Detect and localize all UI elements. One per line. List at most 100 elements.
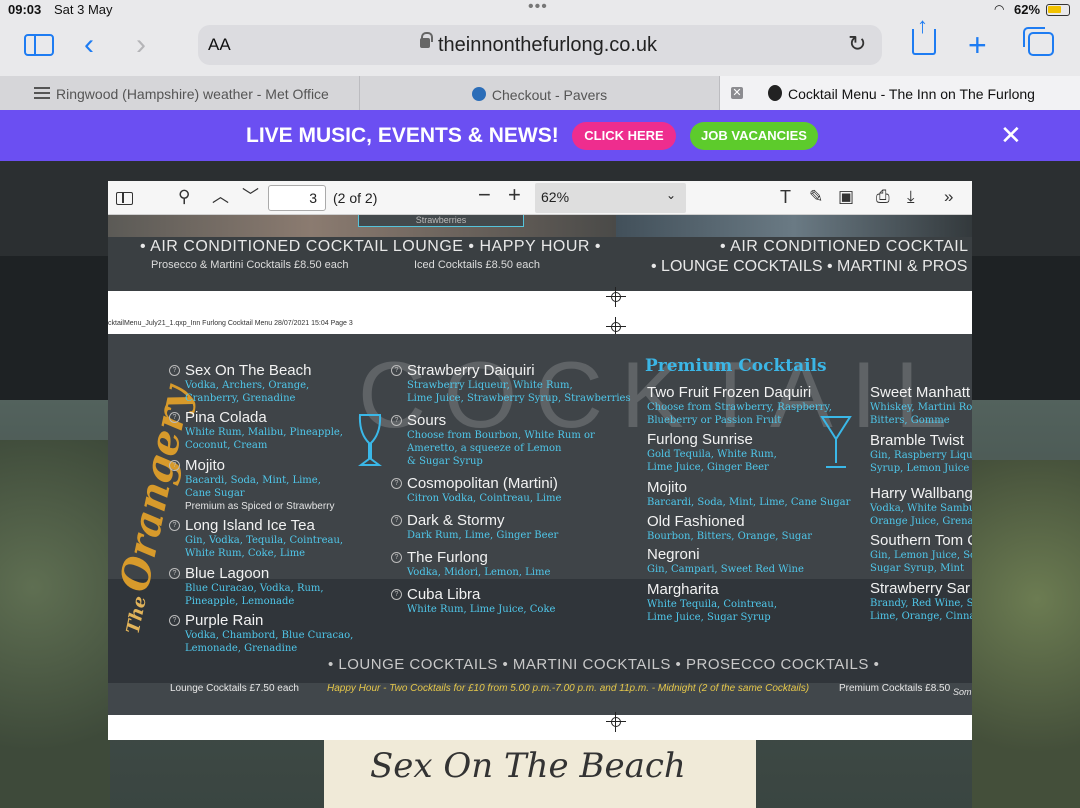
zoom-value: 62% — [541, 189, 570, 205]
status-time: 09:03 — [8, 2, 42, 17]
happy-hour-note: Happy Hour - Two Cocktails for £10 from … — [327, 683, 810, 694]
save-icon[interactable]: ⤓ — [907, 187, 915, 207]
cocktail-premium-mojito: Mojito Barcardi, Soda, Mint, Lime, Cane … — [647, 479, 851, 508]
tab-label: Checkout - Pavers — [491, 87, 608, 103]
cocktail-margharita: Margharita White Tequila, Cointreau, Lim… — [647, 581, 778, 623]
close-banner-icon[interactable]: ✕ — [1000, 120, 1022, 151]
wifi-icon: ◠ — [994, 2, 1005, 16]
chevron-down-icon: ⌄ — [665, 188, 676, 202]
lounge-bullet-icon: ? — [169, 412, 180, 423]
cocktail-pina-colada: ? Pina Colada White Rum, Malibu, Pineapp… — [169, 409, 343, 452]
cocktail-cosmopolitan: ? Cosmopolitan (Martini) Citron Vodka, C… — [391, 475, 561, 505]
back-icon[interactable]: ‹ — [84, 30, 94, 60]
next-page-icon[interactable]: ﹀ — [242, 187, 259, 207]
cocktail-dark-and-stormy: ? Dark & Stormy Dark Rum, Lime, Ginger B… — [391, 512, 558, 542]
promo-banner: LIVE MUSIC, EVENTS & NEWS! CLICK HERE JO… — [0, 110, 1080, 161]
lounge-bullet-icon: ? — [391, 415, 402, 426]
page2-line-right-2: • LOUNGE COCKTAILS • MARTINI & PROS — [651, 258, 968, 275]
pavers-icon — [471, 87, 486, 101]
draw-icon[interactable]: ✎ — [809, 187, 823, 207]
cocktail-harry-wallbanger: Harry Wallbang Vodka, White Sambu Orange… — [870, 485, 972, 527]
page-gap — [108, 291, 972, 334]
met-office-icon — [34, 87, 50, 99]
premium-price: Premium Cocktails £8.50 — [839, 683, 951, 694]
cocktail-negroni: Negroni Gin, Campari, Sweet Red Wine — [647, 546, 804, 575]
battery-percent: 62% — [1014, 2, 1041, 17]
text-tool-icon[interactable]: T — [780, 187, 791, 207]
pdf-page-2-fragment: Strawberries • AIR CONDITIONED COCKTAIL … — [108, 215, 972, 291]
cocktail-furlong-sunrise: Furlong Sunrise Gold Tequila, White Rum,… — [647, 431, 777, 473]
print-slug: cktailMenu_July21_1.qxp_Inn Furlong Cock… — [108, 320, 353, 327]
text-size-button[interactable]: AA — [208, 35, 231, 55]
lock-icon — [420, 32, 433, 48]
lounge-bullet-icon: ? — [391, 478, 402, 489]
reload-icon[interactable]: ↻ — [848, 31, 866, 57]
cocktail-mojito: ? Mojito Bacardi, Soda, Mint, Lime, Cane… — [169, 457, 335, 513]
tab-pavers[interactable]: Checkout - Pavers — [360, 76, 720, 110]
url-text[interactable]: theinnonthefurlong.co.uk — [438, 34, 657, 57]
search-icon[interactable]: ⚲ — [178, 187, 190, 207]
share-icon[interactable] — [912, 15, 936, 55]
browser-toolbar: ‹ › AA theinnonthefurlong.co.uk ↻ + — [0, 15, 1080, 76]
forward-icon[interactable]: › — [136, 30, 146, 60]
tab-met-office[interactable]: Ringwood (Hampshire) weather - Met Offic… — [0, 76, 360, 110]
tabs-overview-icon[interactable] — [1023, 27, 1054, 56]
cocktail-the-furlong: ? The Furlong Vodka, Midori, Lemon, Lime — [391, 549, 550, 579]
cocktail-old-fashioned: Old Fashioned Bourbon, Bitters, Orange, … — [647, 513, 813, 542]
lounge-bullet-icon: ? — [169, 615, 180, 626]
tab-label: Ringwood (Hampshire) weather - Met Offic… — [56, 86, 329, 102]
page2-sub-mid: Iced Cocktails £8.50 each — [414, 259, 540, 271]
cocktail-cuba-libra: ? Cuba Libra White Rum, Lime Juice, Coke — [391, 586, 555, 616]
inn-logo-icon — [768, 85, 782, 101]
cocktail-strawberry-sangria: Strawberry Sar Brandy, Red Wine, Str Lim… — [870, 580, 972, 622]
address-bar[interactable]: AA theinnonthefurlong.co.uk ↻ — [198, 25, 882, 65]
zoom-in-icon[interactable]: + — [508, 184, 521, 206]
lounge-bullet-icon: ? — [169, 568, 180, 579]
cocktail-purple-rain: ? Purple Rain Vodka, Chambord, Blue Cura… — [169, 612, 353, 655]
sours-glass-icon — [358, 414, 382, 466]
zoom-select[interactable]: 62% ⌄ — [535, 183, 686, 213]
more-tools-icon[interactable]: » — [944, 187, 953, 207]
close-tab-icon[interactable]: ✕ — [731, 87, 743, 99]
page2-line-right: • AIR CONDITIONED COCKTAIL LO — [720, 238, 972, 255]
image-icon[interactable]: ▣ — [838, 187, 854, 207]
cocktail-long-island: ? Long Island Ice Tea Gin, Vodka, Tequil… — [169, 517, 343, 560]
job-vacancies-button[interactable]: JOB VACANCIES — [690, 122, 818, 150]
poster-text: Sex On The Beach — [370, 746, 686, 786]
crop-mark-icon — [606, 287, 626, 307]
page-number-input[interactable]: 3 — [268, 185, 326, 211]
lounge-bullet-icon: ? — [169, 460, 180, 471]
cocktail-sex-on-the-beach: ? Sex On The Beach Vodka, Archers, Orang… — [169, 362, 311, 405]
lounge-bullet-icon: ? — [391, 365, 402, 376]
cocktail-strawberry-daiquiri: ? Strawberry Daiquiri Strawberry Liqueur… — [391, 362, 631, 405]
menu-categories-line: • LOUNGE COCKTAILS • MARTINI COCKTAILS •… — [328, 656, 880, 673]
print-icon[interactable]: ⎙ — [876, 187, 890, 207]
page2-line-left: • AIR CONDITIONED COCKTAIL LOUNGE • HAPP… — [140, 238, 602, 255]
lounge-bullet-icon: ? — [169, 520, 180, 531]
cocktail-sweet-manhattan: Sweet Manhatt Whiskey, Martini Ross Bitt… — [870, 384, 972, 426]
zoom-out-icon[interactable]: − — [478, 184, 491, 206]
pdf-viewer: ⚲ ︿ ﹀ 3 (2 of 2) − + 62% ⌄ T ✎ ▣ ⎙ ⤓ » S… — [108, 181, 972, 740]
cocktail-southern-tom: Southern Tom C Gin, Lemon Juice, Soc Sug… — [870, 532, 972, 574]
cocktail-two-fruit-frozen-daquiri: Two Fruit Frozen Daquiri Choose from Str… — [647, 384, 832, 426]
cocktail-blue-lagoon: ? Blue Lagoon Blue Curacao, Vodka, Rum, … — [169, 565, 324, 608]
sidebar-icon[interactable] — [24, 34, 54, 56]
page-gap — [108, 715, 972, 740]
lounge-price: Lounge Cocktails £7.50 each — [170, 683, 299, 694]
page2-box-text: Strawberries — [358, 215, 524, 227]
pdf-sidebar-icon[interactable] — [116, 192, 133, 205]
status-date: Sat 3 May — [54, 2, 113, 17]
battery-icon — [1046, 4, 1070, 16]
click-here-button[interactable]: CLICK HERE — [572, 122, 676, 150]
multitask-dots-icon[interactable]: ••• — [528, 0, 548, 16]
lounge-bullet-icon: ? — [391, 552, 402, 563]
cocktail-sours: ? Sours Choose from Bourbon, White Rum o… — [391, 412, 595, 468]
tab-strip: Ringwood (Hampshire) weather - Met Offic… — [0, 76, 1080, 110]
page2-sub-left: Prosecco & Martini Cocktails £8.50 each — [151, 259, 349, 271]
previous-page-icon[interactable]: ︿ — [212, 187, 229, 207]
tab-cocktail-menu[interactable]: ✕ Cocktail Menu - The Inn on The Furlong — [720, 76, 1080, 110]
new-tab-icon[interactable]: + — [968, 29, 987, 61]
pdf-toolbar: ⚲ ︿ ﹀ 3 (2 of 2) − + 62% ⌄ T ✎ ▣ ⎙ ⤓ » — [108, 181, 972, 215]
promo-title: LIVE MUSIC, EVENTS & NEWS! — [246, 124, 559, 147]
tab-label: Cocktail Menu - The Inn on The Furlong — [788, 86, 1035, 102]
